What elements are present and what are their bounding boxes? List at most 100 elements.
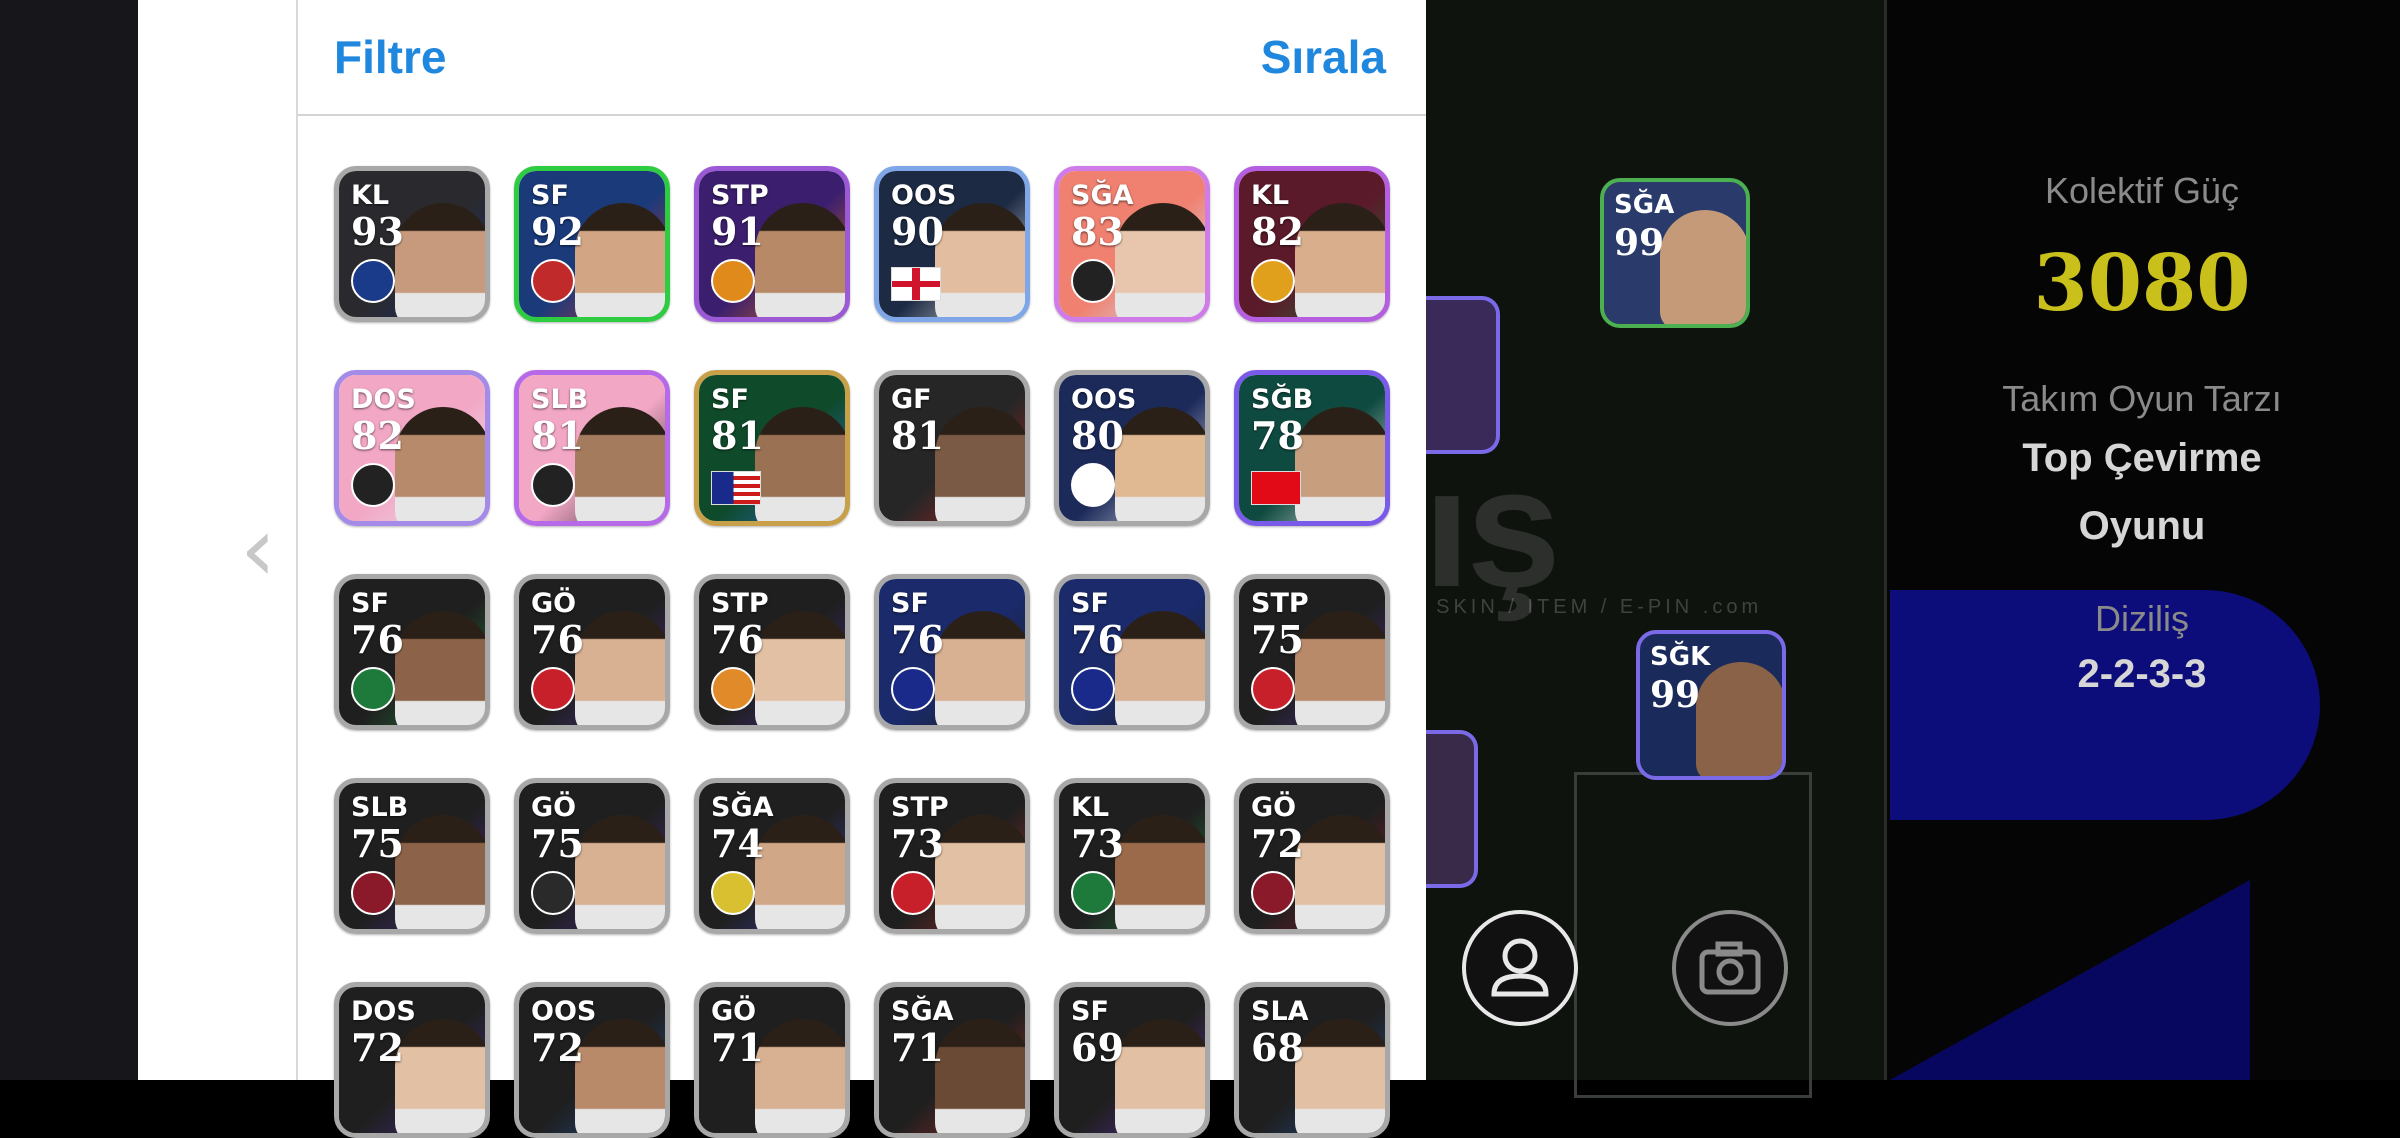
club-badge-icon [531, 259, 575, 303]
player-card[interactable]: KL 93 [334, 166, 490, 322]
camera-button[interactable] [1672, 910, 1788, 1026]
player-card[interactable]: GÖ 75 [514, 778, 670, 934]
player-portrait [575, 611, 665, 725]
field-player-card[interactable]: SĞA 99 [1600, 178, 1750, 328]
card-position: STP [891, 792, 949, 823]
player-portrait [575, 815, 665, 929]
player-card[interactable]: STP 75 [1234, 574, 1390, 730]
filter-button[interactable]: Filtre [334, 30, 446, 84]
card-position: DOS [351, 996, 416, 1027]
player-portrait [395, 1019, 485, 1133]
club-badge-icon [1251, 259, 1295, 303]
player-card[interactable]: SLA 68 [1234, 982, 1390, 1138]
card-rating: 82 [351, 413, 404, 458]
club-badge-icon [891, 871, 935, 915]
player-card[interactable]: GÖ 71 [694, 982, 850, 1138]
club-badge-icon [351, 871, 395, 915]
panel-header: Filtre Sırala [298, 0, 1426, 116]
card-position: SF [1071, 996, 1109, 1027]
card-position: OOS [891, 180, 957, 211]
player-card[interactable]: SLB 75 [334, 778, 490, 934]
player-card[interactable]: SĞB 78 [1234, 370, 1390, 526]
player-card[interactable]: SF 69 [1054, 982, 1210, 1138]
club-badge-icon [711, 871, 755, 915]
card-rating: 76 [891, 617, 944, 662]
sort-button[interactable]: Sırala [1261, 30, 1386, 84]
card-rating: 75 [351, 821, 404, 866]
player-card[interactable]: SĞA 83 [1054, 166, 1210, 322]
player-portrait [755, 815, 845, 929]
player-portrait [935, 203, 1025, 317]
player-card[interactable]: KL 73 [1054, 778, 1210, 934]
card-rating: 90 [891, 209, 944, 254]
field-player-card-partial[interactable] [1424, 730, 1478, 888]
player-card[interactable]: SLB 81 [514, 370, 670, 526]
player-card[interactable]: STP 76 [694, 574, 850, 730]
player-card[interactable]: OOS 80 [1054, 370, 1210, 526]
player-card[interactable]: SF 76 [334, 574, 490, 730]
card-rating: 76 [1071, 617, 1124, 662]
player-card[interactable]: STP 73 [874, 778, 1030, 934]
player-portrait [395, 611, 485, 725]
player-card[interactable]: SF 76 [874, 574, 1030, 730]
player-card[interactable]: GÖ 76 [514, 574, 670, 730]
club-badge-icon [351, 667, 395, 711]
player-card[interactable]: SF 92 [514, 166, 670, 322]
club-badge-icon [711, 667, 755, 711]
player-portrait [755, 407, 845, 521]
player-card[interactable]: SF 76 [1054, 574, 1210, 730]
player-portrait [1295, 203, 1385, 317]
nation-flag-icon [711, 471, 761, 505]
card-position: OOS [1071, 384, 1137, 415]
player-portrait [1295, 815, 1385, 929]
player-card[interactable]: STP 91 [694, 166, 850, 322]
card-position: KL [1251, 180, 1290, 211]
card-position: SĞB [1251, 384, 1314, 415]
field-card-rating: 99 [1614, 222, 1665, 264]
collective-power-value: 3080 [2033, 238, 2251, 329]
player-portrait [1295, 611, 1385, 725]
card-rating: 76 [531, 617, 584, 662]
left-margin [0, 0, 138, 1080]
player-portrait [575, 203, 665, 317]
player-portrait [1115, 815, 1205, 929]
nation-flag-icon [891, 267, 941, 301]
player-card[interactable]: DOS 82 [334, 370, 490, 526]
player-card[interactable]: SF 81 [694, 370, 850, 526]
collective-power-label: Kolektif Güç [2044, 170, 2240, 211]
nation-flag-icon [1251, 471, 1301, 505]
card-position: SĞA [1071, 180, 1134, 211]
field-player-card-partial[interactable] [1424, 296, 1500, 454]
club-badge-icon [1071, 871, 1115, 915]
card-rating: 91 [711, 209, 764, 254]
chevron-left-icon[interactable]: ‹ [240, 500, 280, 600]
card-position: STP [711, 588, 769, 619]
player-card[interactable]: SĞA 74 [694, 778, 850, 934]
player-card[interactable]: GF 81 [874, 370, 1030, 526]
club-badge-icon [1071, 667, 1115, 711]
profile-button[interactable] [1462, 910, 1578, 1026]
card-rating: 76 [351, 617, 404, 662]
player-card[interactable]: KL 82 [1234, 166, 1390, 322]
card-position: DOS [351, 384, 416, 415]
player-card[interactable]: DOS 72 [334, 982, 490, 1138]
player-card[interactable]: OOS 90 [874, 166, 1030, 322]
player-portrait [1295, 1019, 1385, 1133]
player-card[interactable]: SĞA 71 [874, 982, 1030, 1138]
card-position: SF [351, 588, 389, 619]
card-position: KL [1071, 792, 1110, 823]
player-portrait [1295, 407, 1385, 521]
card-rating: 69 [1071, 1025, 1124, 1070]
player-card[interactable]: GÖ 72 [1234, 778, 1390, 934]
card-position: SĞA [711, 792, 774, 823]
club-badge-icon [351, 463, 395, 507]
player-portrait [575, 1019, 665, 1133]
club-badge-icon [531, 871, 575, 915]
player-picker-panel: Filtre Sırala KL 93 SF 92 STP 91 OOS 90 SĞA 83 KL 8… [296, 0, 1426, 1138]
player-card[interactable]: OOS 72 [514, 982, 670, 1138]
card-rating: 80 [1071, 413, 1124, 458]
card-position: SĞA [891, 996, 954, 1027]
card-rating: 74 [711, 821, 764, 866]
card-position: SLB [531, 384, 589, 415]
field-player-card[interactable]: SĞK 99 [1636, 630, 1786, 780]
